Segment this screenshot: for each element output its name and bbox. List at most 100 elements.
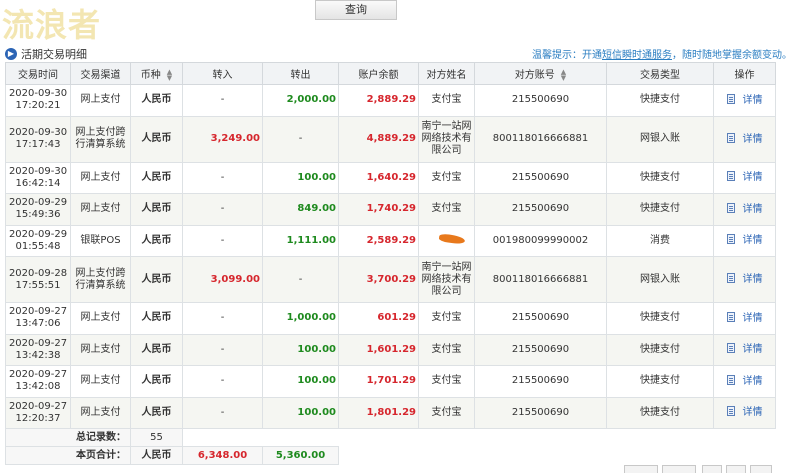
cell-date: 2020-09-29	[8, 197, 68, 209]
cell-currency: 人民币	[130, 396, 183, 429]
col-header-channel: 交易渠道	[70, 62, 131, 85]
pager-button-next[interactable]	[702, 465, 722, 473]
pager-button-prev[interactable]	[662, 465, 696, 473]
cell-out: 1,111.00	[262, 224, 339, 257]
cell-party: 支付宝	[418, 302, 475, 335]
cell-in: 3,249.00	[182, 115, 263, 163]
cell-time: 2020-09-29 01:55:48	[5, 224, 71, 257]
col-header-account[interactable]: 对方账号 ▲ ▼	[474, 62, 607, 85]
cell-account: 215500690	[474, 396, 607, 429]
cell-channel: 网上支付跨行清算系统	[70, 256, 131, 303]
detail-label: 详情	[742, 94, 763, 106]
cell-balance: 1,701.29	[338, 365, 419, 398]
cell-in: -	[182, 161, 263, 194]
table-row: 2020-09-30 17:17:43 网上支付跨行清算系统 人民币 3,249.…	[5, 115, 776, 163]
document-icon	[726, 374, 735, 385]
query-button[interactable]: 查询	[315, 0, 397, 20]
detail-link[interactable]: 详情	[713, 396, 776, 429]
cell-clock: 17:20:21	[15, 100, 61, 112]
cell-date: 2020-09-30	[8, 165, 68, 177]
detail-link[interactable]: 详情	[713, 193, 776, 226]
cell-out: 100.00	[262, 396, 339, 429]
pager-button-last[interactable]	[726, 465, 746, 473]
cell-out: -	[262, 115, 339, 163]
detail-label: 详情	[742, 274, 763, 285]
cell-in: -	[182, 224, 263, 257]
page-sum-currency: 人民币	[130, 446, 183, 465]
detail-link[interactable]: 详情	[713, 161, 776, 194]
cell-in: -	[182, 396, 263, 429]
cell-clock: 17:55:51	[15, 279, 61, 291]
cell-account: 800118016666881	[474, 115, 607, 163]
cell-clock: 15:49:36	[15, 209, 61, 221]
table-header-row: 交易时间 交易渠道 币种 ▲ ▼ 转入 转出 账户余额 对方姓名 对方账号 ▲ ▼ 交易…	[5, 62, 776, 85]
cell-type: 快捷支付	[606, 84, 714, 117]
cell-time: 2020-09-27 13:42:08	[5, 365, 71, 398]
col-header-currency[interactable]: 币种 ▲ ▼	[130, 62, 183, 85]
cell-time: 2020-09-30 17:17:43	[5, 115, 71, 163]
detail-link[interactable]: 详情	[713, 333, 776, 366]
cell-type: 网银入账	[606, 115, 714, 163]
cell-time: 2020-09-27 12:20:37	[5, 396, 71, 429]
cell-channel: 网上支付	[70, 161, 131, 194]
table-row: 2020-09-29 15:49:36 网上支付 人民币 - 849.00 1,7…	[5, 193, 776, 226]
cell-channel: 银联POS	[70, 224, 131, 257]
cell-currency: 人民币	[130, 256, 183, 303]
sms-service-link[interactable]: 短信瞬时通服务	[602, 50, 672, 61]
cell-party: 支付宝	[418, 396, 475, 429]
redaction-mark	[438, 232, 465, 245]
cell-party: 支付宝	[418, 333, 475, 366]
cell-channel: 网上支付跨行清算系统	[70, 115, 131, 163]
table-row: 2020-09-28 17:55:51 网上支付跨行清算系统 人民币 3,099.…	[5, 256, 776, 303]
cell-clock: 13:42:38	[15, 349, 61, 361]
col-header-out: 转出	[262, 62, 339, 85]
col-header-account-label: 对方账号	[514, 70, 555, 81]
pager-button-first[interactable]	[624, 465, 658, 473]
sort-icon[interactable]: ▲ ▼	[561, 69, 566, 82]
cell-currency: 人民币	[130, 302, 183, 335]
table-row: 2020-09-27 13:42:08 网上支付 人民币 - 100.00 1,7…	[5, 365, 776, 398]
cell-date: 2020-09-30	[8, 88, 68, 100]
cell-date: 2020-09-27	[8, 369, 68, 381]
cell-date: 2020-09-27	[8, 306, 68, 318]
table-row: 2020-09-30 17:20:21 网上支付 人民币 - 2,000.00 2…	[5, 84, 776, 117]
table-row: 2020-09-27 12:20:37 网上支付 人民币 - 100.00 1,8…	[5, 396, 776, 429]
document-icon	[726, 171, 735, 182]
detail-link[interactable]: 详情	[713, 256, 776, 303]
cell-balance: 2,589.29	[338, 224, 419, 257]
cell-type: 网银入账	[606, 256, 714, 303]
cell-type: 消费	[606, 224, 714, 257]
cell-balance: 2,889.29	[338, 84, 419, 117]
cell-balance: 1,740.29	[338, 193, 419, 226]
detail-link[interactable]: 详情	[713, 115, 776, 163]
cell-out: 100.00	[262, 365, 339, 398]
cell-balance: 1,640.29	[338, 161, 419, 194]
detail-link[interactable]: 详情	[713, 302, 776, 335]
cell-time: 2020-09-27 13:42:38	[5, 333, 71, 366]
page-sum-in: 6,348.00	[182, 446, 263, 465]
detail-label: 详情	[742, 235, 763, 247]
pager-button-go[interactable]	[750, 465, 772, 473]
cell-currency: 人民币	[130, 193, 183, 226]
cell-type: 快捷支付	[606, 396, 714, 429]
cell-currency: 人民币	[130, 224, 183, 257]
detail-link[interactable]: 详情	[713, 224, 776, 257]
sort-icon[interactable]: ▲ ▼	[167, 69, 172, 82]
cell-balance: 601.29	[338, 302, 419, 335]
cell-balance: 1,601.29	[338, 333, 419, 366]
document-icon	[726, 234, 735, 245]
detail-link[interactable]: 详情	[713, 84, 776, 117]
page-sum-row: 本页合计： 人民币 6,348.00 5,360.00	[5, 446, 776, 465]
cell-time: 2020-09-28 17:55:51	[5, 256, 71, 303]
cell-currency: 人民币	[130, 84, 183, 117]
watermark-text: 流浪者	[2, 6, 102, 44]
document-icon	[726, 273, 735, 283]
col-header-currency-label: 币种	[140, 70, 161, 81]
cell-out: 1,000.00	[262, 302, 339, 335]
detail-label: 详情	[742, 203, 763, 215]
total-count-value: 55	[130, 428, 183, 447]
detail-link[interactable]: 详情	[713, 365, 776, 398]
cell-time: 2020-09-30 16:42:14	[5, 161, 71, 194]
cell-clock: 13:47:06	[15, 318, 61, 330]
cell-clock: 16:42:14	[15, 177, 61, 189]
